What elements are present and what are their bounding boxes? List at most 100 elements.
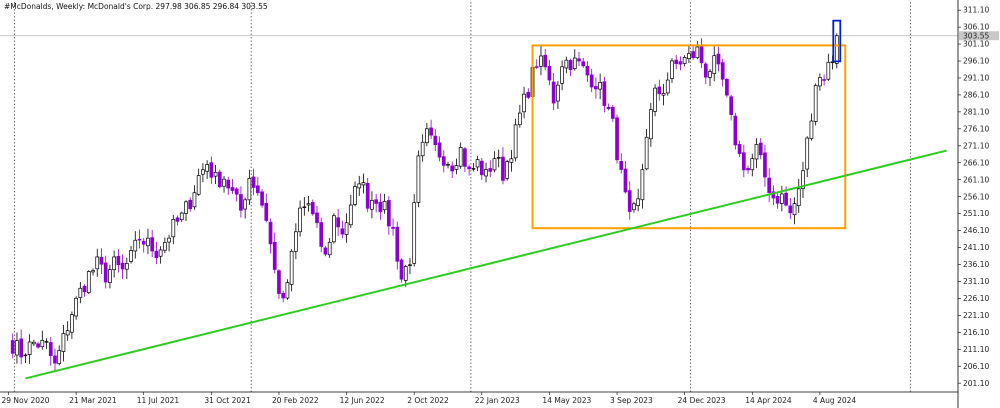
candle-body-up [454,165,459,170]
ohlc-values: 297.98 306.85 296.84 303.55 [156,2,268,11]
candle-body-down [19,338,24,358]
chart-container: 311.10 306.10 301.10 296.10 291.10 286.10 281.… [0,0,1000,408]
candle-body-down [619,160,624,170]
candle-body-down [526,91,531,98]
candle-body-up [809,120,814,139]
candle-body-up [805,137,810,170]
candle-body-down [209,162,214,178]
x-tick-label: 24 Dec 2023 [678,396,726,405]
candle-body-down [365,182,370,209]
candle-body-down [577,58,581,62]
candle-body-down [551,81,556,104]
candle-body-down [234,188,239,195]
candle-body-down [386,200,391,227]
candle-body-up [484,169,488,177]
candle-body-down [615,117,619,161]
candle-body-up [247,178,252,201]
y-tick-label: 261.10 [963,175,989,184]
candle [834,33,839,69]
candle-body-up [640,169,645,201]
candle-body-down [741,152,746,171]
candle-body-up [425,128,429,144]
candle-body-up [539,55,543,67]
candle-body-up [708,71,712,78]
y-tick-label: 276.10 [963,124,989,133]
x-tick-label: 14 Apr 2024 [745,396,792,405]
candle-body-up [205,164,209,172]
candle-body-up [513,124,518,159]
candle-body-down [433,135,438,146]
candle-body-up [670,60,674,79]
candle-body-down [725,79,729,96]
y-tick-label: 296.10 [963,57,989,66]
candle-body-down [239,194,243,211]
candle-body-up [57,350,62,364]
candle-body-down [319,222,324,247]
candle-body-down [399,259,404,280]
candle-body-up [653,87,657,112]
candle-body-up [446,164,450,166]
symbol-name: #McDonalds [4,2,51,11]
candle-body-up [74,297,78,317]
candle-body-down [463,148,467,167]
candle-body-up [146,237,150,247]
x-tick-label: 3 Sep 2023 [610,396,653,405]
candle-body-up [403,266,408,281]
candle-body-up [492,158,497,171]
x-tick-label: 4 Aug 2024 [813,396,856,405]
candle-body-down [602,81,607,106]
candle-body-up [361,182,366,186]
candle-body-down [378,201,383,213]
candle-body-down [450,165,455,172]
candle-body-up [509,158,514,163]
y-tick-label: 211.10 [963,345,989,354]
candle-body-down [315,212,319,224]
candle-body-down [606,107,611,110]
x-tick-label: 20 Feb 2022 [272,396,319,405]
candle-body-down [585,66,590,76]
candle-body-down [217,171,222,188]
candle-body-down [568,60,573,71]
timeframe: Weekly [56,2,84,11]
y-tick-label: 266.10 [963,158,989,167]
candle-body-down [150,237,155,252]
candle-body-up [796,188,801,206]
candle-body-up [661,93,666,96]
candle-body-down [154,250,159,259]
candle-body-up [598,82,602,90]
candle-body-down [429,127,433,136]
candle-body-up [560,66,564,84]
candle-body-up [556,84,560,102]
candle-body-up [91,270,95,273]
candle-body-down [264,203,269,221]
candle [74,296,78,320]
candle-body-up [522,93,526,113]
candle-body-down [763,152,767,178]
candle-body-down [627,190,632,212]
candle-body-up [196,175,201,195]
candle-body-down [272,242,277,270]
candle-body-down [479,160,484,176]
candle-body-up [458,146,463,167]
candle-body-up [78,287,83,299]
y-tick-label: 311.10 [963,6,989,15]
candle-body-down [547,66,552,81]
candle-body-up [408,264,412,266]
candle-body-down [53,355,57,364]
candle-body-up [564,59,569,69]
candle-body-down [391,226,395,229]
candle-body-down [767,177,772,194]
candle-body-up [496,157,501,159]
candle-body-up [23,354,28,357]
candle-body-up [348,204,353,226]
candle-body-up [818,77,822,87]
candle-body-up [649,109,653,140]
candle [813,83,818,126]
candle-body-down [703,63,708,78]
candle-body-up [813,85,818,122]
candle-body-down [746,168,750,171]
candle-body-up [644,136,649,170]
candle-body-down [374,199,379,204]
chart-header: #McDonalds, Weekly: McDonald's Corp. 297… [4,2,268,11]
candle-body-down [699,46,704,64]
